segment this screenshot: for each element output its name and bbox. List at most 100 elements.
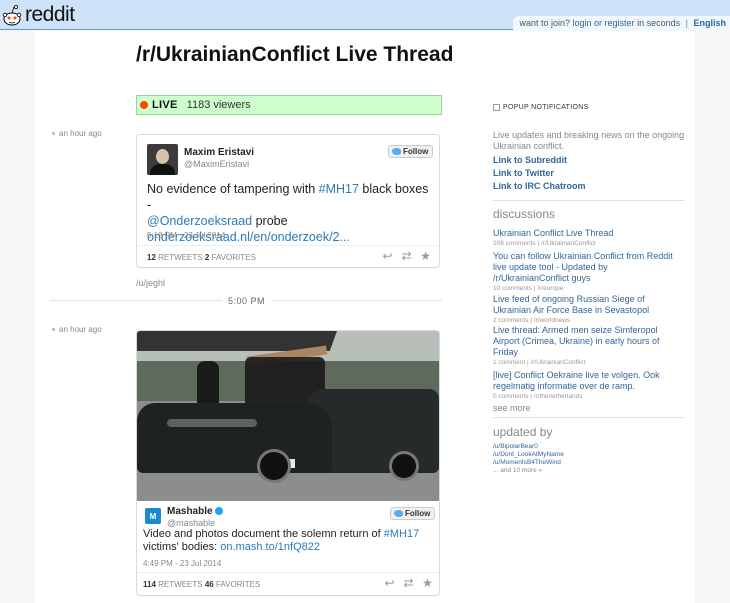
tweet-date[interactable]: 5:18 PM - 23 Jul 2014 xyxy=(147,231,225,240)
live-status-bar: LIVE 1183 viewers xyxy=(136,95,442,115)
retweet-icon[interactable]: ⇄ xyxy=(400,249,413,263)
tweet-card: Maxim Eristavi @MaximEristavi Follow No … xyxy=(136,134,440,268)
tweet-divider xyxy=(137,245,439,246)
avatar-face xyxy=(156,149,169,164)
live-label: LIVE xyxy=(152,99,178,111)
header-bar: reddit want to join? login or register i… xyxy=(0,0,730,30)
twitter-bird-icon xyxy=(392,148,401,155)
discussion-item: [live] Conflict Oekraine live te volgen.… xyxy=(493,370,685,400)
favorite-icon[interactable]: ★ xyxy=(419,249,432,263)
discussion-meta[interactable]: 1 comment | /r/UkrainianConflict xyxy=(493,359,685,366)
seconds-text: in seconds xyxy=(637,18,681,28)
tweet-stats: 12 RETWEETS 2 FAVORITES xyxy=(147,253,256,262)
tweet-stats: 114 RETWEETS 46 FAVORITES xyxy=(143,580,260,589)
discussion-item: Live thread: Armed men seize Simferopol … xyxy=(493,325,685,366)
contributor-link[interactable]: /u/BipolarBear0 xyxy=(493,443,564,451)
language-link[interactable]: English xyxy=(693,18,726,28)
subreddit-link[interactable]: Link to Subreddit xyxy=(493,154,586,167)
contributor-link[interactable]: /u/Dont_LookAtMyName xyxy=(493,451,564,459)
favorites-label: FAVORITES xyxy=(215,580,261,589)
reply-icon[interactable]: ↩ xyxy=(383,576,396,590)
favorite-count: 46 xyxy=(204,580,214,589)
tweet-actions: ↩ ⇄ ★ xyxy=(381,249,432,263)
retweets-label: RETWEETS xyxy=(158,253,203,262)
twitter-bird-icon xyxy=(394,510,403,517)
tweet-url-link[interactable]: on.mash.to/1nfQ822 xyxy=(220,541,320,553)
author-name-text: Mashable xyxy=(167,506,213,517)
contributor-link[interactable]: /u/MomentsB4TheWind xyxy=(493,459,564,467)
discussion-meta[interactable]: 0 comments | /r/thenetherlands xyxy=(493,393,685,400)
join-text: want to join? xyxy=(519,18,571,28)
follow-button[interactable]: Follow xyxy=(390,507,436,520)
separator: | xyxy=(685,18,688,28)
discussion-title-link[interactable]: Ukrainian Conflict Live Thread xyxy=(493,228,685,239)
login-register-link[interactable]: login or register xyxy=(573,18,635,28)
reddit-logo[interactable]: reddit xyxy=(2,2,75,28)
photo-wheel xyxy=(257,449,291,483)
irc-chatroom-link[interactable]: Link to IRC Chatroom xyxy=(493,180,586,193)
photo-wheel xyxy=(389,451,419,481)
see-more-link[interactable]: see more xyxy=(493,403,531,413)
discussion-item: Ukrainian Conflict Live Thread 208 comme… xyxy=(493,228,685,247)
discussion-title-link[interactable]: Live feed of ongoing Russian Siege of Uk… xyxy=(493,294,685,316)
tweet-date[interactable]: 4:49 PM - 23 Jul 2014 xyxy=(143,559,221,568)
tweet-card: M Mashable @mashable Follow Video and ph… xyxy=(136,330,440,596)
tweet-author-handle[interactable]: @mashable xyxy=(167,518,215,528)
twitter-link[interactable]: Link to Twitter xyxy=(493,167,586,180)
page-title: /r/UkrainianConflict Live Thread xyxy=(136,43,454,66)
verified-icon xyxy=(214,507,223,515)
photo-reflection xyxy=(167,419,257,427)
tweet-author-handle[interactable]: @MaximEristavi xyxy=(184,159,249,169)
user-bar: want to join? login or register in secon… xyxy=(513,16,730,30)
popup-notifications-toggle[interactable]: POPUP NOTIFICATIONS xyxy=(493,104,685,111)
mention-link[interactable]: @Onderzoeksraad xyxy=(147,214,252,228)
tweet-text-part: No evidence of tampering with xyxy=(147,182,319,196)
hashtag-link[interactable]: #MH17 xyxy=(319,182,359,196)
thread-description: Live updates and breaking news on the on… xyxy=(493,130,685,151)
favorite-icon[interactable]: ★ xyxy=(421,576,434,590)
update-author-link[interactable]: /u/jeghl xyxy=(136,278,165,288)
hashtag-link[interactable]: #MH17 xyxy=(384,528,419,540)
update-time[interactable]: an hour ago xyxy=(52,325,102,334)
update-time-text: an hour ago xyxy=(59,129,102,138)
timeline-dot-icon xyxy=(52,132,55,136)
follow-label: Follow xyxy=(403,147,429,156)
tweet-divider xyxy=(137,572,439,573)
discussions-heading: discussions xyxy=(493,207,556,221)
tweet-author-name[interactable]: Maxim Eristavi xyxy=(184,147,254,158)
more-contributors-link[interactable]: ... and 10 more » xyxy=(493,467,564,475)
popup-label: POPUP NOTIFICATIONS xyxy=(503,104,589,111)
snoo-icon xyxy=(2,5,22,26)
discussion-meta[interactable]: 10 comments | /r/europe xyxy=(493,285,685,292)
discussion-item: You can follow Ukrainian Conflict from R… xyxy=(493,251,685,292)
tweet-text-part: victims' bodies: xyxy=(143,541,221,553)
tweet-photo[interactable] xyxy=(137,331,439,501)
sidebar-links: Link to Subreddit Link to Twitter Link t… xyxy=(493,154,586,193)
update-time[interactable]: an hour ago xyxy=(52,129,102,138)
timeline-dot-icon xyxy=(52,328,55,332)
discussion-title-link[interactable]: [live] Conflict Oekraine live te volgen.… xyxy=(493,370,685,392)
discussion-meta[interactable]: 208 comments | /r/UkrainianConflict xyxy=(493,240,685,247)
tweet-text-part: Video and photos document the solemn ret… xyxy=(143,528,384,540)
avatar[interactable]: M xyxy=(145,508,161,524)
updated-by-heading: updated by xyxy=(493,425,553,439)
viewer-count: 1183 viewers xyxy=(186,99,251,111)
follow-button[interactable]: Follow xyxy=(388,145,434,158)
retweet-icon[interactable]: ⇄ xyxy=(402,576,415,590)
update-time-text: an hour ago xyxy=(59,325,102,334)
discussion-title-link[interactable]: Live thread: Armed men seize Simferopol … xyxy=(493,325,685,358)
follow-label: Follow xyxy=(405,509,431,518)
reply-icon[interactable]: ↩ xyxy=(381,249,394,263)
photo-hearse xyxy=(137,403,332,473)
live-dot-icon xyxy=(140,101,148,109)
avatar[interactable] xyxy=(147,144,178,175)
sidebar-divider xyxy=(493,200,685,201)
discussion-meta[interactable]: 2 comments | /r/worldnews xyxy=(493,317,685,324)
popup-checkbox[interactable] xyxy=(493,104,500,111)
updated-by-list: /u/BipolarBear0 /u/Dont_LookAtMyName /u/… xyxy=(493,443,564,475)
retweet-count: 114 xyxy=(143,580,156,589)
time-separator-label: 5:00 PM xyxy=(222,296,272,306)
tweet-author-name[interactable]: Mashable xyxy=(167,506,223,517)
discussion-title-link[interactable]: You can follow Ukrainian Conflict from R… xyxy=(493,251,685,284)
tweet-text-part: probe xyxy=(252,214,288,228)
